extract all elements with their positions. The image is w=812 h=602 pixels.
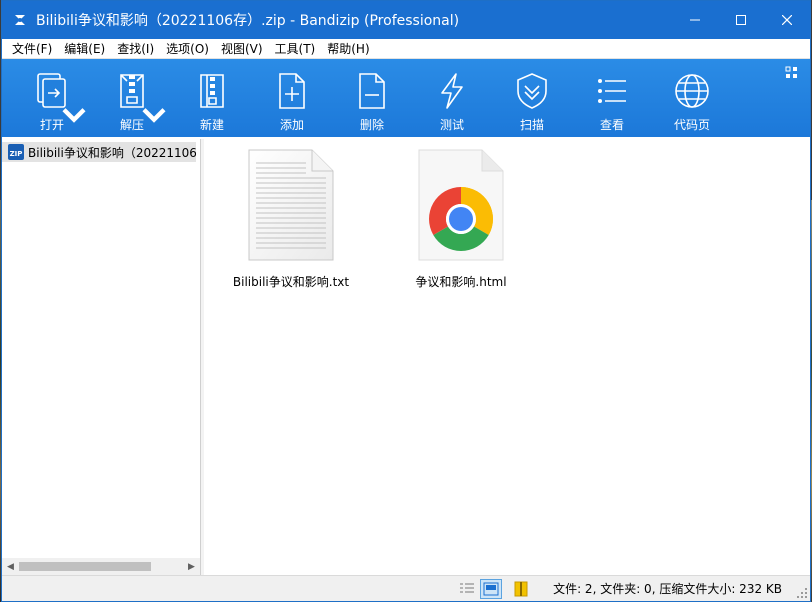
extract-dropdown-chevron-icon[interactable] [134,93,174,133]
tree-horizontal-scrollbar[interactable]: ◀ ▶ [2,558,200,575]
window-controls [672,1,810,39]
svg-text:ZIP: ZIP [10,150,23,158]
chrome-html-icon [418,149,504,261]
scroll-left-arrow-icon[interactable]: ◀ [2,558,19,575]
list-view-icon [598,79,626,103]
folder-tree-pane: ZIP Bilibili争议和影响（20221106存 ◀ ▶ [2,139,201,575]
tree-item-archive-root[interactable]: ZIP Bilibili争议和影响（20221106存 [2,142,196,162]
icon-view-button[interactable] [480,579,502,599]
add-label: 添加 [279,118,304,132]
close-icon [782,15,792,25]
layout-toggle-icon[interactable] [784,65,800,81]
tree-item-label: Bilibili争议和影响（20221106存 [28,145,196,160]
open-dropdown-chevron-icon[interactable] [54,93,94,133]
bandizip-window: Bilibili争议和影响（20221106存）.zip - Bandizip … [1,0,811,602]
add-button[interactable]: 添加 [252,59,332,137]
menu-tools[interactable]: 工具(T) [269,39,322,59]
details-view-icon [460,583,474,593]
file-item[interactable]: 争议和影响.html [396,147,526,290]
view-label: 查看 [599,118,624,132]
title-bar[interactable]: Bilibili争议和影响（20221106存）.zip - Bandizip … [2,1,810,39]
new-archive-icon [200,74,224,108]
folder-pane-toggle-button[interactable] [510,579,532,599]
file-name: 争议和影响.html [415,275,507,289]
status-bar: 文件: 2, 文件夹: 0, 压缩文件大小: 232 KB [2,575,810,601]
scroll-right-arrow-icon[interactable]: ▶ [183,558,200,575]
file-name: Bilibili争议和影响.txt [232,275,350,289]
minimize-icon [690,19,700,21]
details-view-button[interactable] [456,579,478,599]
maximize-button[interactable] [718,1,764,39]
menu-view[interactable]: 视图(V) [215,39,269,59]
file-item[interactable]: Bilibili争议和影响.txt [226,147,356,290]
maximize-icon [736,15,746,25]
file-list-pane: Bilibili争议和影响.txt 争议和影响.html [204,139,810,575]
delete-file-icon [359,73,385,109]
test-button[interactable]: 测试 [412,59,492,137]
view-mode-group [456,579,534,599]
menu-help[interactable]: 帮助(H) [321,39,375,59]
menu-options[interactable]: 选项(O) [160,39,215,59]
bandizip-logo-icon [15,15,25,25]
menu-edit[interactable]: 编辑(E) [58,39,111,59]
globe-codepage-icon [675,74,709,108]
delete-label: 删除 [359,118,384,132]
scroll-track[interactable] [19,558,183,575]
menu-file[interactable]: 文件(F) [6,39,58,59]
delete-button[interactable]: 删除 [332,59,412,137]
close-button[interactable] [764,1,810,39]
open-button[interactable]: 打开 [12,59,92,137]
new-label: 新建 [199,118,224,132]
content-area: ZIP Bilibili争议和影响（20221106存 ◀ ▶ Bilibili… [2,139,810,575]
codepage-button[interactable]: 代码页 [652,59,732,137]
minimize-button[interactable] [672,1,718,39]
status-summary: 文件: 2, 文件夹: 0, 压缩文件大小: 232 KB [553,582,782,596]
toolbar: 打开 解压 新建 添加 删除 测试 扫描 查看 代码页 [2,59,810,137]
resize-grip-icon[interactable] [796,587,808,599]
shield-scan-icon [517,73,547,109]
lightning-test-icon [441,73,463,109]
test-label: 测试 [439,118,464,132]
zip-archive-icon: ZIP [8,144,24,160]
add-file-icon [279,73,305,109]
text-file-icon [248,149,334,261]
extract-button[interactable]: 解压 [92,59,172,137]
menu-bar: 文件(F) 编辑(E) 查找(I) 选项(O) 视图(V) 工具(T) 帮助(H… [2,39,810,59]
menu-find[interactable]: 查找(I) [111,39,160,59]
scan-label: 扫描 [519,118,544,132]
scan-button[interactable]: 扫描 [492,59,572,137]
codepage-label: 代码页 [673,118,710,132]
icon-view-icon [483,582,499,596]
folder-zip-icon [514,581,528,597]
new-archive-button[interactable]: 新建 [172,59,252,137]
scroll-thumb[interactable] [19,562,151,571]
view-button[interactable]: 查看 [572,59,652,137]
window-title: Bilibili争议和影响（20221106存）.zip - Bandizip … [36,13,460,29]
